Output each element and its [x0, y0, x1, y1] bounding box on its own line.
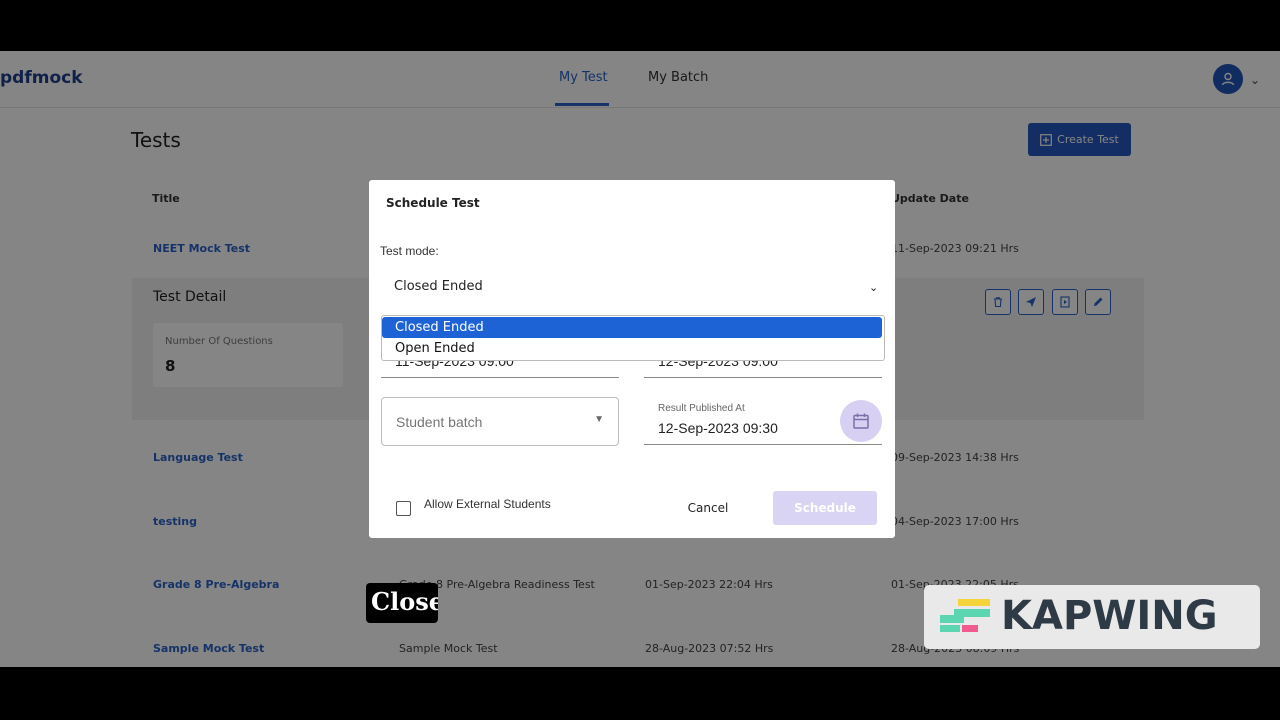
- result-published-label: Result Published At: [658, 403, 745, 414]
- kapwing-watermark: KAPWING: [924, 585, 1260, 649]
- test-mode-select[interactable]: Closed Ended ⌄: [381, 267, 883, 307]
- test-mode-label: Test mode:: [380, 244, 439, 258]
- chevron-down-icon: ⌄: [869, 282, 879, 294]
- schedule-button[interactable]: Schedule: [773, 491, 877, 525]
- video-caption: Close: [366, 583, 438, 623]
- test-mode-panel: Test mode: Closed Ended ⌄ Closed Ended O…: [375, 243, 887, 361]
- result-published-value: 12-Sep-2023 09:30: [658, 420, 778, 436]
- student-batch-select[interactable]: Student batch ▼: [381, 397, 619, 446]
- dialog-title: Schedule Test: [386, 196, 480, 210]
- video-letterbox-bottom: [0, 667, 1280, 720]
- option-closed-ended[interactable]: Closed Ended: [382, 317, 882, 338]
- option-label: Closed Ended: [395, 320, 484, 335]
- allow-external-checkbox[interactable]: [396, 501, 411, 516]
- option-label: Open Ended: [395, 341, 475, 356]
- calendar-icon: [853, 413, 869, 429]
- kapwing-logo-icon: [940, 599, 990, 632]
- student-batch-placeholder: Student batch: [396, 414, 483, 430]
- caption-text: Close: [371, 587, 438, 616]
- video-letterbox-top: [0, 0, 1280, 51]
- kapwing-wordmark: KAPWING: [1001, 593, 1218, 639]
- calendar-button[interactable]: [840, 400, 882, 442]
- test-mode-value: Closed Ended: [394, 279, 483, 294]
- cancel-button[interactable]: Cancel: [659, 491, 757, 525]
- allow-external-label: Allow External Students: [424, 497, 551, 511]
- app-window: pdfmock My Test My Batch ⌄ Tests Create …: [0, 51, 1280, 667]
- option-open-ended[interactable]: Open Ended: [382, 338, 882, 359]
- caret-down-icon: ▼: [594, 414, 604, 425]
- test-mode-options: Closed Ended Open Ended: [381, 315, 885, 361]
